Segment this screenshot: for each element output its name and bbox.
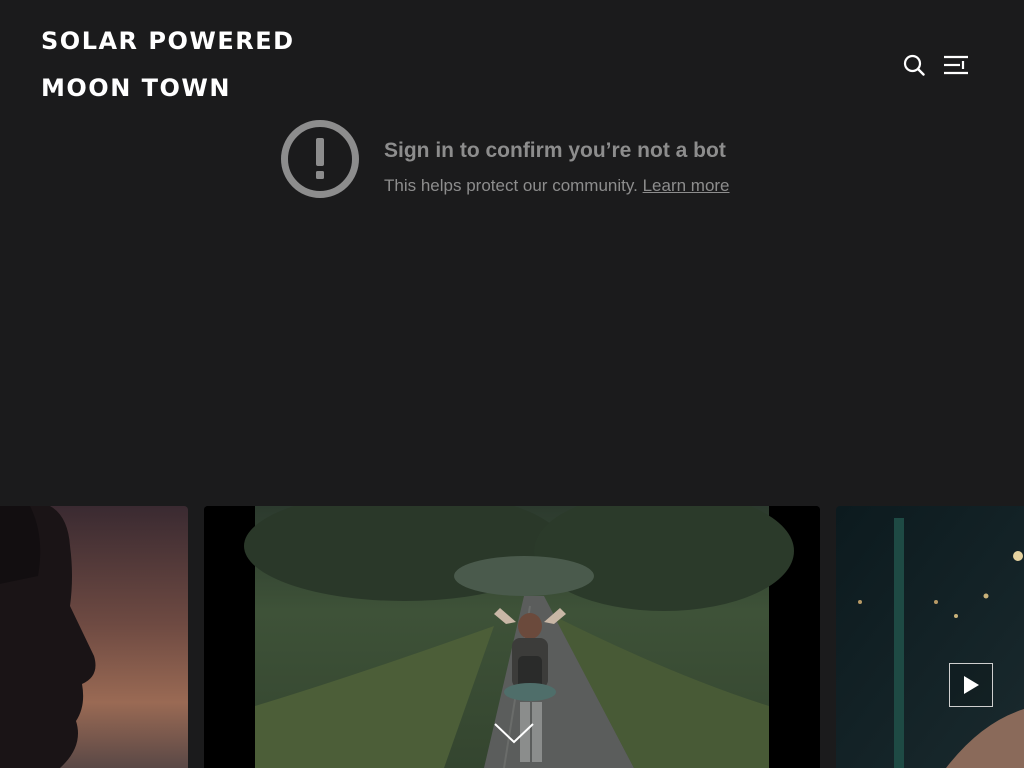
bot-check-description: This helps protect our community. <box>384 176 638 195</box>
site-title[interactable]: SOLAR POWERED MOON TOWN <box>41 18 361 112</box>
play-icon <box>964 676 979 694</box>
learn-more-link[interactable]: Learn more <box>643 176 730 195</box>
exclamation-circle-icon <box>281 120 359 198</box>
bot-check-text: This helps protect our community. Learn … <box>384 176 730 196</box>
bot-check-message: Sign in to confirm you’re not a bot This… <box>280 119 880 201</box>
night-scene-image <box>836 506 1024 768</box>
menu-toggle-button[interactable] <box>943 52 969 78</box>
sunset-portrait-image <box>0 506 188 768</box>
play-button[interactable] <box>949 663 993 707</box>
search-icon <box>903 54 925 76</box>
chevron-down-icon <box>494 723 534 744</box>
scroll-down-button[interactable] <box>493 720 535 748</box>
gallery-slide-night-scene[interactable] <box>836 506 1024 768</box>
bot-check-title: Sign in to confirm you’re not a bot <box>384 139 726 162</box>
embedded-video[interactable]: Sign in to confirm you’re not a bot This… <box>0 108 1024 498</box>
search-button[interactable] <box>901 52 927 78</box>
menu-toggle-icon <box>944 55 968 75</box>
site-title-line-2[interactable]: MOON TOWN <box>41 65 361 112</box>
site-title-line-1[interactable]: SOLAR POWERED <box>41 18 361 65</box>
gallery-slide-sunset-portrait[interactable] <box>0 506 188 768</box>
